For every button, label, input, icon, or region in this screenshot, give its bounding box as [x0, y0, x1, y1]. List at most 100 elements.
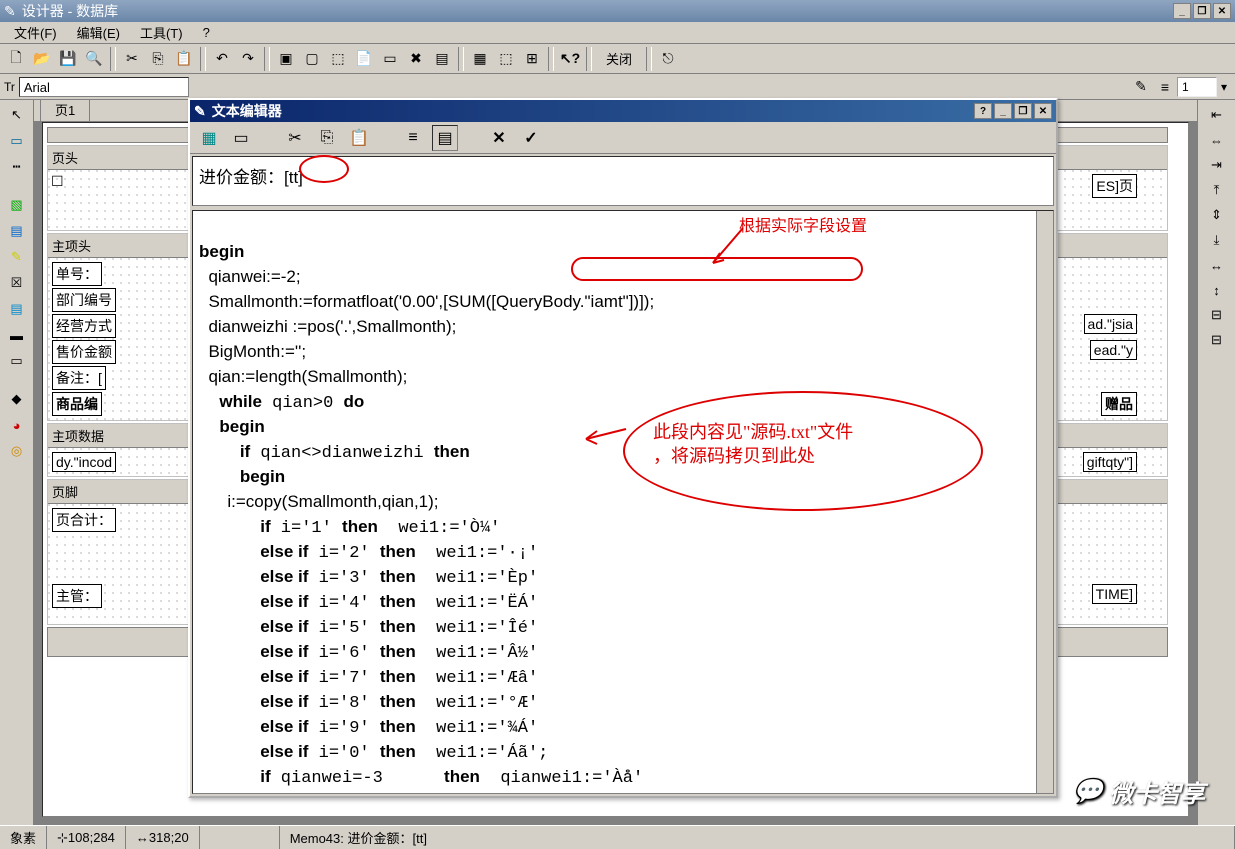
shape-tool-icon[interactable]: ◆	[5, 388, 29, 410]
save-icon[interactable]: 💾	[56, 47, 80, 71]
copy-icon[interactable]: ⎘	[314, 125, 340, 151]
memo-saleamt[interactable]: 售价金额	[52, 340, 116, 364]
memo-giftqty[interactable]: giftqty"]	[1083, 452, 1137, 472]
chart-tool-icon[interactable]: ▬	[5, 324, 29, 346]
editor-help-button[interactable]: ?	[974, 103, 992, 119]
status-unit: 象素	[0, 826, 47, 849]
menu-file[interactable]: 文件(F)	[4, 21, 67, 44]
help-icon[interactable]: ↖?	[558, 47, 582, 71]
insert-expr-icon[interactable]: ▦	[196, 125, 222, 151]
red-arrow-2	[581, 411, 631, 451]
paste-icon[interactable]: 📋	[172, 47, 196, 71]
editor-expression-input[interactable]: 进价金额：[tt]	[192, 156, 1054, 206]
new-icon[interactable]: 🗋	[4, 47, 28, 71]
wordwrap-icon[interactable]: ▤	[432, 125, 458, 151]
memo-supervisor[interactable]: 主管：	[52, 584, 102, 608]
cut-icon[interactable]: ✂	[120, 47, 144, 71]
undo-icon[interactable]: ↶	[210, 47, 234, 71]
cut-icon[interactable]: ✂	[282, 125, 308, 151]
align-right-icon[interactable]: ⇥	[1205, 154, 1229, 176]
center-v-page-icon[interactable]: ⊟	[1205, 329, 1229, 351]
memo-biztype[interactable]: 经营方式	[52, 314, 116, 338]
memo-eady[interactable]: ead."y	[1090, 340, 1137, 360]
close-button[interactable]: 关闭	[596, 49, 642, 68]
barcode-tool-icon[interactable]: ▭	[5, 350, 29, 372]
memo-incod[interactable]: dy."incod	[52, 452, 116, 472]
memo-time[interactable]: TIME]	[1092, 584, 1137, 604]
subreport-tool-icon[interactable]: ▤	[5, 220, 29, 242]
image-tool-icon[interactable]: ▧	[5, 194, 29, 216]
app-close-button[interactable]: ✕	[1213, 3, 1231, 19]
preview-icon[interactable]: 🔍	[82, 47, 106, 71]
lines-icon[interactable]: ≡	[1153, 75, 1177, 99]
menu-tools[interactable]: 工具(T)	[130, 21, 193, 44]
left-tool-palette: ↖ ▭ ┅ ▧ ▤ ✎ ☒ ▤ ▬ ▭ ◆ ◕ ◎	[0, 100, 34, 825]
memo-billno[interactable]: 单号：	[52, 262, 102, 286]
menu-help[interactable]: ?	[193, 23, 220, 42]
align-left-icon[interactable]: ⇤	[1205, 104, 1229, 126]
memo-pagetotal[interactable]: 页合计：	[52, 508, 116, 532]
cancel-icon[interactable]: ✕	[486, 125, 512, 151]
sendback-icon[interactable]: ▢	[300, 47, 324, 71]
snapgrid-icon[interactable]: ⬚	[494, 47, 518, 71]
group-icon[interactable]: ⬚	[326, 47, 350, 71]
dotted-tool-icon[interactable]: ┅	[5, 156, 29, 178]
align-bottom-icon[interactable]: ⤓	[1205, 229, 1229, 251]
memo-jsia[interactable]: ad."jsia	[1084, 314, 1137, 334]
editor-close-button[interactable]: ✕	[1034, 103, 1052, 119]
bringfront-icon[interactable]: ▣	[274, 47, 298, 71]
editor-titlebar[interactable]: ✎ 文本编辑器 ? _ ❐ ✕	[190, 100, 1056, 122]
newdialog-icon[interactable]: ▭	[378, 47, 402, 71]
memo-gift[interactable]: 赠品	[1101, 392, 1137, 416]
memo-deptno[interactable]: 部门编号	[52, 288, 116, 312]
editor-title: 文本编辑器	[212, 101, 282, 121]
center-h-page-icon[interactable]: ⊟	[1205, 304, 1229, 326]
format-icon[interactable]: ≡	[400, 125, 426, 151]
redo-icon[interactable]: ↷	[236, 47, 260, 71]
ring-tool-icon[interactable]: ◎	[5, 440, 29, 462]
ok-icon[interactable]: ✓	[518, 125, 544, 151]
memo-es-page[interactable]: ES]页	[1092, 174, 1137, 198]
align-top-icon[interactable]: ⤒	[1205, 179, 1229, 201]
align-middle-icon[interactable]: ⇕	[1205, 204, 1229, 226]
align-center-h-icon[interactable]: ⇔	[1205, 129, 1229, 151]
grid-icon[interactable]: ▦	[468, 47, 492, 71]
highlight-icon[interactable]: ✎	[1129, 75, 1153, 99]
font-size-combo[interactable]: 1	[1177, 77, 1217, 97]
app-minimize-button[interactable]: _	[1173, 3, 1191, 19]
memo-remark[interactable]: 备注：[	[52, 366, 106, 390]
richtext-tool-icon[interactable]: ▤	[5, 298, 29, 320]
menu-edit[interactable]: 编辑(E)	[67, 21, 130, 44]
space-h-icon[interactable]: ↔	[1205, 254, 1229, 276]
copy-icon[interactable]: ⎘	[146, 47, 170, 71]
app-titlebar: ✎ 设计器 - 数据库 _ ❐ ✕	[0, 0, 1235, 22]
paste-icon[interactable]: 📋	[346, 125, 372, 151]
space-v-icon[interactable]: ↕	[1205, 279, 1229, 301]
memo-goodscode[interactable]: 商品编	[52, 392, 102, 416]
red-annotation-2a: 此段内容见"源码.txt"文件	[653, 421, 853, 444]
insert-var-icon[interactable]: ▭	[228, 125, 254, 151]
text-editor-window[interactable]: ✎ 文本编辑器 ? _ ❐ ✕ ▦ ▭ ✂ ⎘ 📋 ≡ ▤ ✕ ✓ 进价金额：[…	[188, 98, 1058, 798]
ole-tool-icon[interactable]: ☒	[5, 272, 29, 294]
fit-icon[interactable]: ⊞	[520, 47, 544, 71]
editor-minimize-button[interactable]: _	[994, 103, 1012, 119]
delete-icon[interactable]: ✖	[404, 47, 428, 71]
editor-code-area[interactable]: begin qianwei:=-2; Smallmonth:=formatflo…	[192, 210, 1054, 794]
editor-toolbar: ▦ ▭ ✂ ⎘ 📋 ≡ ▤ ✕ ✓	[190, 122, 1056, 154]
page-tab-1[interactable]: 页1	[40, 100, 90, 121]
pie-tool-icon[interactable]: ◕	[5, 414, 29, 436]
open-icon[interactable]: 📂	[30, 47, 54, 71]
font-name-combo[interactable]: Arial	[19, 77, 189, 97]
font-toolbar: Tr Arial ✎ ≡ 1 ▾	[0, 74, 1235, 100]
exit-icon[interactable]: ⎋	[656, 47, 680, 71]
draw-tool-icon[interactable]: ✎	[5, 246, 29, 268]
band-tool-icon[interactable]: ▭	[5, 130, 29, 152]
app-restore-button[interactable]: ❐	[1193, 3, 1211, 19]
pageoptions-icon[interactable]: ▤	[430, 47, 454, 71]
select-tool-icon[interactable]: ↖	[5, 104, 29, 126]
editor-vscrollbar[interactable]	[1036, 211, 1053, 793]
editor-maximize-button[interactable]: ❐	[1014, 103, 1032, 119]
status-pos2: ↔ 318;20	[126, 826, 200, 849]
statusbar: 象素 ⊹ 108;284 ↔ 318;20 Memo43: 进价金额：[tt]	[0, 825, 1235, 849]
newpage-icon[interactable]: 📄	[352, 47, 376, 71]
